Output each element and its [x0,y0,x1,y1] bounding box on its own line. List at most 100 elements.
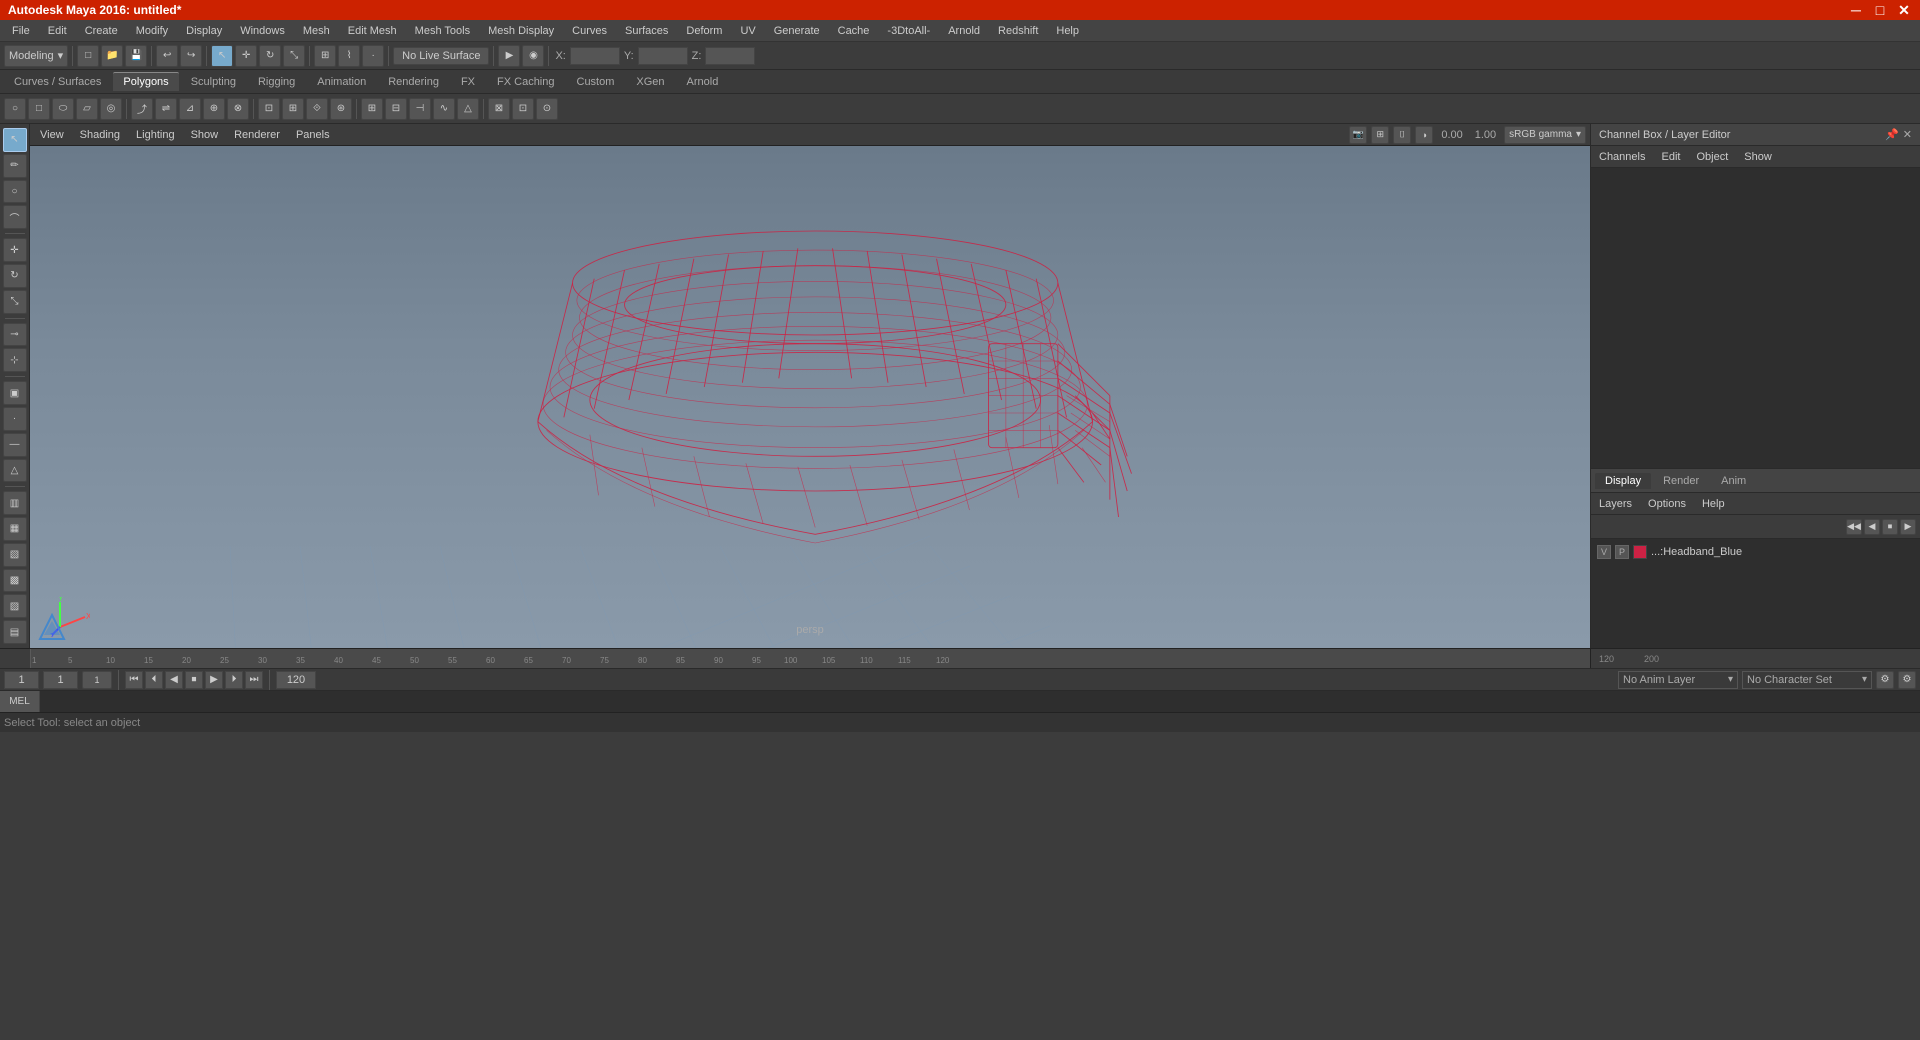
bevel-btn[interactable]: ⊿ [179,98,201,120]
vp-camera-btn[interactable]: 📷 [1349,126,1367,144]
rotate-btn[interactable]: ↻ [3,264,27,288]
menu-file[interactable]: File [4,23,38,39]
layer-next-btn[interactable]: ▶ [1900,519,1916,535]
save-file-btn[interactable]: 💾 [125,45,147,67]
fill-hole-btn[interactable]: ⊛ [330,98,352,120]
layer-menu-help[interactable]: Help [1698,497,1729,511]
z-value[interactable] [705,47,755,65]
menu-help[interactable]: Help [1048,23,1087,39]
tab-animation[interactable]: Animation [307,73,376,91]
frame-end-input[interactable] [276,671,316,689]
reduce-btn[interactable]: △ [457,98,479,120]
menu-arnold[interactable]: Arnold [940,23,988,39]
lasso-btn[interactable]: ○ [3,180,27,204]
tab-fx[interactable]: FX [451,73,485,91]
open-file-btn[interactable]: 📁 [101,45,123,67]
poly-plane-btn[interactable]: ▱ [76,98,98,120]
channel-box-collapse-icon[interactable]: ✕ [1903,128,1912,141]
layer-menu-options[interactable]: Options [1644,497,1690,511]
undo-btn[interactable]: ↩ [156,45,178,67]
play-start-btn[interactable]: ⏮ [125,671,143,689]
move-tool-btn[interactable]: ✛ [235,45,257,67]
merge-btn[interactable]: ⊕ [203,98,225,120]
menu-uv[interactable]: UV [732,23,763,39]
menu-redshift[interactable]: Redshift [990,23,1046,39]
layer-row-headband[interactable]: V P ...:Headband_Blue [1593,541,1918,563]
tab-sculpting[interactable]: Sculpting [181,73,246,91]
combine-btn[interactable]: ⊞ [361,98,383,120]
cb-menu-edit[interactable]: Edit [1657,150,1684,164]
layer-tab-display[interactable]: Display [1595,473,1651,489]
snap-point-btn[interactable]: · [362,45,384,67]
vp-menu-panels[interactable]: Panels [290,128,336,142]
vp-menu-renderer[interactable]: Renderer [228,128,286,142]
smooth-btn[interactable]: ∿ [433,98,455,120]
cb-menu-show[interactable]: Show [1740,150,1776,164]
vp-grid-btn[interactable]: ⊞ [1371,126,1389,144]
anim-settings-btn[interactable]: ⚙ [1876,671,1894,689]
select-tool-btn[interactable]: ↖ [211,45,233,67]
tab-rendering[interactable]: Rendering [378,73,449,91]
frame-start-input[interactable] [4,671,39,689]
menu-surfaces[interactable]: Surfaces [617,23,676,39]
face-mode-btn[interactable]: △ [3,459,27,483]
tab-arnold[interactable]: Arnold [677,73,729,91]
sculpt-btn[interactable]: ⌒ [3,205,27,229]
poly-torus-btn[interactable]: ◎ [100,98,122,120]
channel-box-pin-icon[interactable]: 📌 [1885,128,1899,141]
vp-menu-view[interactable]: View [34,128,70,142]
ring-btn[interactable]: ⊞ [282,98,304,120]
tab-polygons[interactable]: Polygons [113,72,178,91]
gamma-selector[interactable]: sRGB gamma ▾ [1504,126,1586,144]
menu-curves[interactable]: Curves [564,23,615,39]
uv-planar-btn[interactable]: ⊡ [512,98,534,120]
mel-label-btn[interactable]: MEL [0,691,40,712]
workspace-selector[interactable]: Modeling ▾ [4,45,68,67]
play-back-btn[interactable]: ◀ [165,671,183,689]
frame-tick-input[interactable]: 1 [82,671,112,689]
rotate-tool-btn[interactable]: ↻ [259,45,281,67]
close-btn[interactable]: ✕ [1896,2,1912,19]
no-live-surface-btn[interactable]: No Live Surface [393,47,489,65]
select-mode-btn[interactable]: ↖ [3,128,27,152]
extrude-btn[interactable]: ⤴ [131,98,153,120]
scale-tool-btn[interactable]: ⤡ [283,45,305,67]
quick-layout1-btn[interactable]: ▥ [3,491,27,515]
ipr-btn[interactable]: ◉ [522,45,544,67]
quick-layout3-btn[interactable]: ▧ [3,543,27,567]
poly-sphere-btn[interactable]: ○ [4,98,26,120]
edge-mode-btn[interactable]: — [3,433,27,457]
snap-curve-btn[interactable]: ⌇ [338,45,360,67]
mel-input[interactable] [40,691,1920,712]
menu-mesh-display[interactable]: Mesh Display [480,23,562,39]
play-fwd-step-btn[interactable]: ⏵ [225,671,243,689]
play-end-btn[interactable]: ⏭ [245,671,263,689]
vp-menu-show[interactable]: Show [185,128,225,142]
uv-cylindrical-btn[interactable]: ⊙ [536,98,558,120]
layer-tab-anim[interactable]: Anim [1711,473,1756,489]
menu-windows[interactable]: Windows [232,23,293,39]
tab-curves-surfaces[interactable]: Curves / Surfaces [4,73,111,91]
tab-xgen[interactable]: XGen [626,73,674,91]
menu-cache[interactable]: Cache [830,23,878,39]
layer-stop-btn[interactable]: ⏹ [1882,519,1898,535]
anim-extra-btn[interactable]: ⚙ [1898,671,1916,689]
new-file-btn[interactable]: □ [77,45,99,67]
viewport-canvas[interactable]: .grid-line { stroke: #7799bb; stroke-wid… [30,146,1590,648]
move-btn[interactable]: ✛ [3,238,27,262]
soft-select-btn[interactable]: ⊸ [3,323,27,347]
vp-wireframe-btn[interactable]: ⌷ [1393,126,1411,144]
layer-prev-btn[interactable]: ◀◀ [1846,519,1862,535]
minimize-btn[interactable]: ─ [1848,2,1864,19]
layer-back-btn[interactable]: ◀ [1864,519,1880,535]
vp-menu-lighting[interactable]: Lighting [130,128,181,142]
uv-layout-btn[interactable]: ⊠ [488,98,510,120]
frame-current-input[interactable] [43,671,78,689]
layer-menu-layers[interactable]: Layers [1595,497,1636,511]
redo-btn[interactable]: ↪ [180,45,202,67]
show-manipulator-btn[interactable]: ⊹ [3,348,27,372]
vp-menu-shading[interactable]: Shading [74,128,126,142]
menu-edit[interactable]: Edit [40,23,75,39]
paint-select-btn[interactable]: ✏ [3,154,27,178]
layer-vis-btn[interactable]: V [1597,545,1611,559]
